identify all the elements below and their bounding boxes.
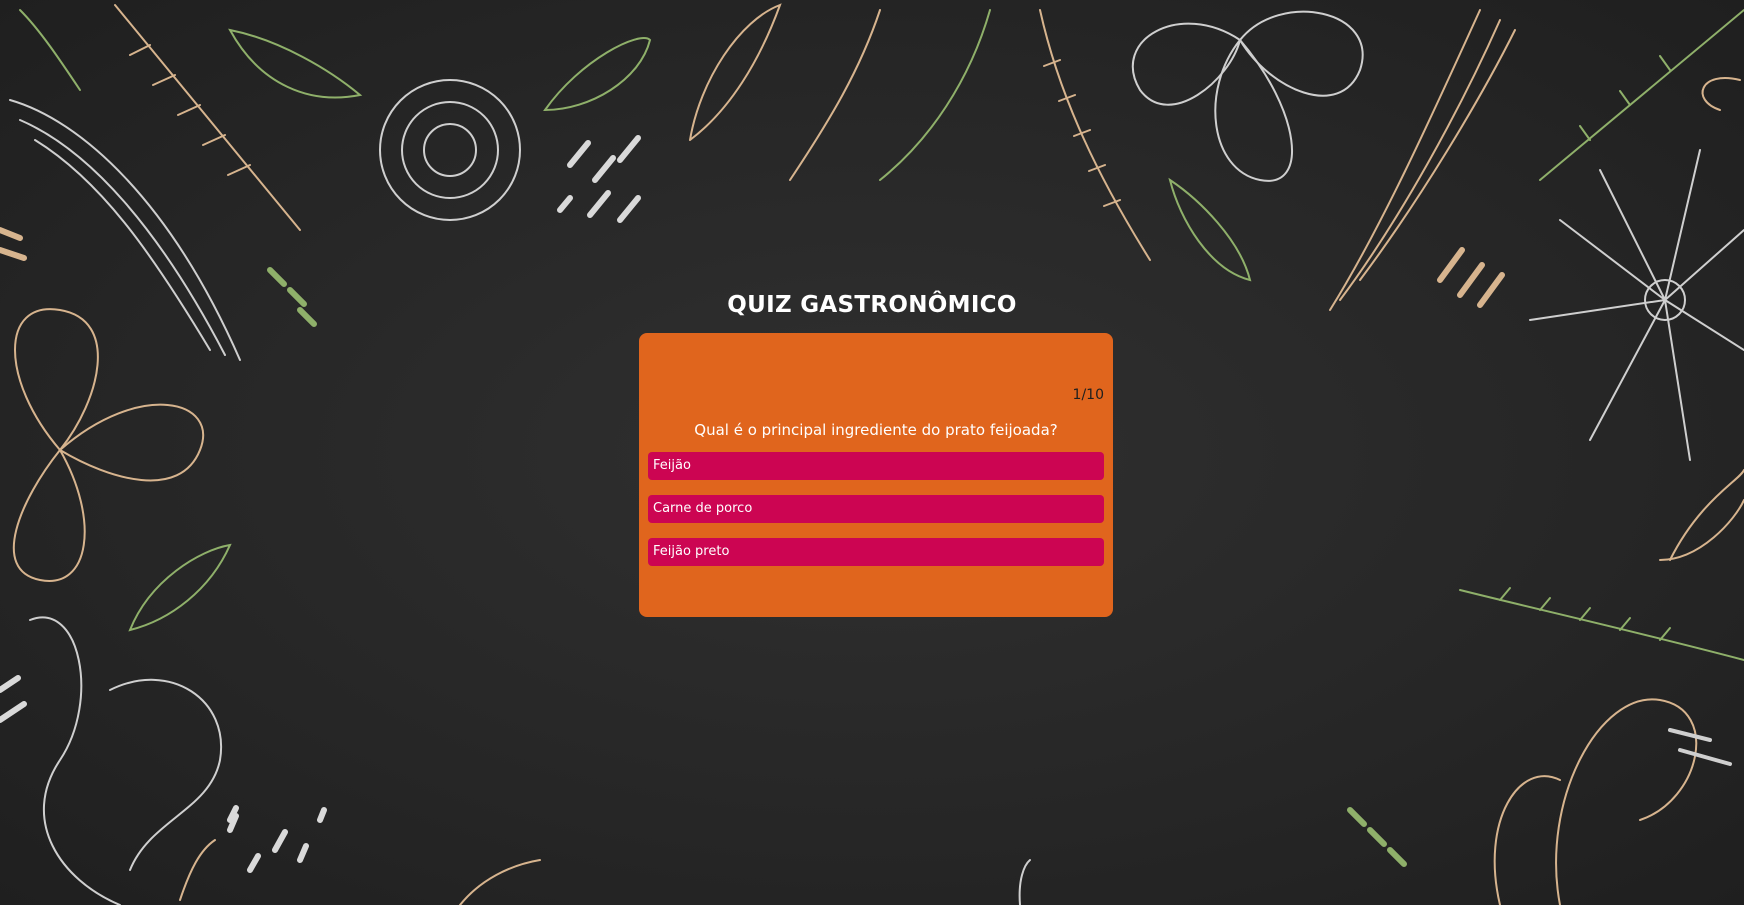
question-text: Qual é o principal ingrediente do prato … <box>694 421 1058 439</box>
quiz-title: QUIZ GASTRONÔMICO <box>727 292 1017 318</box>
question-counter: 1/10 <box>1072 387 1104 403</box>
answer-option-carne-de-porco[interactable]: Carne de porco <box>648 495 1104 523</box>
quiz-card: 1/10 Qual é o principal ingrediente do p… <box>639 333 1113 617</box>
answer-list: Feijão Carne de porco Feijão preto <box>648 452 1104 581</box>
answer-option-feijao-preto[interactable]: Feijão preto <box>648 538 1104 566</box>
answer-option-feijao[interactable]: Feijão <box>648 452 1104 480</box>
